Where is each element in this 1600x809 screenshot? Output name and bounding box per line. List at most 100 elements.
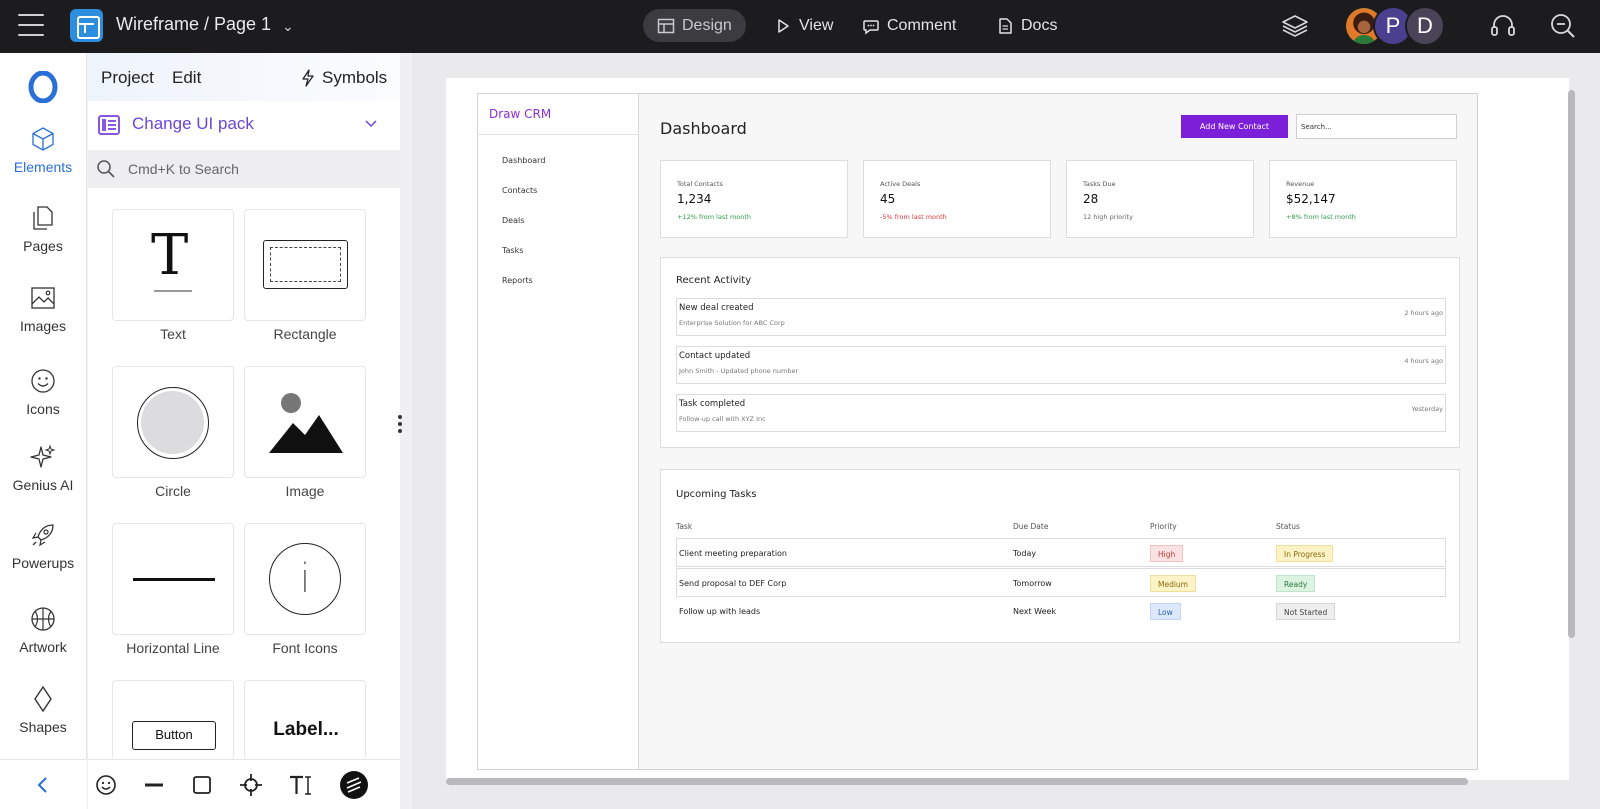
rail-item-artwork[interactable]: Artwork [0,605,86,655]
rectangle-element-tile[interactable] [244,209,366,321]
horizontal-line-element-tile[interactable] [112,523,234,635]
zoom-search-icon[interactable] [1548,11,1578,41]
docs-mode-label: Docs [1021,16,1058,34]
pages-icon [33,206,53,230]
vertical-scrollbar[interactable] [1568,90,1575,638]
stat-value: 28 [1083,192,1099,206]
rocket-icon [31,524,54,547]
design-mode-button[interactable]: Design [643,9,746,42]
view-mode-button[interactable]: View [760,9,847,42]
column-header: Due Date [1013,522,1049,531]
priority-badge: Medium [1150,575,1196,592]
upcoming-tasks-panel: Upcoming Tasks Task Due Date Priority St… [660,469,1460,643]
table-row[interactable]: Follow up with leads Next Week Low Not S… [676,597,1446,626]
stencil-tool-icon[interactable] [339,770,369,800]
rail-item-label: Genius AI [12,477,74,493]
task-name: Follow up with leads [679,607,761,616]
rail-item-elements[interactable]: Elements [0,125,86,175]
stat-card-active-deals: Active Deals 45 -5% from last month [863,160,1051,238]
tab-project[interactable]: Project [101,68,154,88]
rail-item-genius-ai[interactable]: Genius AI [0,443,86,493]
circle-shape [137,387,209,459]
elements-panel: Project Edit Symbols Change UI pack T Te… [88,53,400,809]
comment-mode-button[interactable]: Comment [848,9,970,42]
symbols-button[interactable]: Symbols [300,68,387,88]
rail-item-shapes[interactable]: Shapes [0,685,86,735]
top-bar: Wireframe / Page 1 ⌄ Design View Comment… [0,0,1600,53]
activity-item[interactable]: Contact updated John Smith - Updated pho… [676,346,1446,384]
stat-card-total-contacts: Total Contacts 1,234 +12% from last mont… [660,160,848,238]
wf-nav-deals[interactable]: Deals [502,216,524,225]
comment-mode-label: Comment [887,16,957,34]
avatar-d[interactable]: D [1405,6,1445,46]
text-tool-icon[interactable] [288,772,314,798]
symbols-label: Symbols [322,68,388,87]
rail-item-powerups[interactable]: Powerups [0,521,86,571]
comment-icon [863,19,879,34]
tab-edit[interactable]: Edit [172,68,201,88]
wf-nav-reports[interactable]: Reports [502,276,533,285]
task-due: Next Week [1013,607,1057,616]
stat-title: Total Contacts [677,180,723,188]
chevron-down-icon [365,120,377,128]
layers-icon[interactable] [1280,11,1310,41]
view-mode-label: View [799,16,834,34]
table-row[interactable]: Client meeting preparation Today High In… [676,538,1446,567]
stat-value: 1,234 [677,192,712,206]
image-element-tile[interactable] [244,366,366,478]
rectangle-tool-icon[interactable] [189,772,215,798]
play-icon [778,18,789,33]
activity-title: New deal created [679,303,754,313]
diamond-icon [34,685,52,713]
add-new-contact-button[interactable]: Add New Contact [1181,115,1288,138]
stat-title: Tasks Due [1083,180,1116,188]
ui-pack-label: Change UI pack [132,114,254,133]
panel-resize-handle[interactable] [398,415,402,433]
change-ui-pack-dropdown[interactable]: Change UI pack [88,105,400,145]
rail-item-label: Powerups [11,555,75,571]
rail-item-images[interactable]: Images [0,284,86,334]
move-tool-icon[interactable] [238,772,264,798]
label-element-tile[interactable]: Label... [244,680,366,760]
divider [478,134,639,135]
line-shape [133,578,215,581]
horizontal-scrollbar[interactable] [446,778,1468,785]
left-rail: Elements Pages Images Icons Genius AI Po… [0,53,87,809]
rail-item-pages[interactable]: Pages [0,204,86,254]
headset-icon[interactable] [1488,11,1518,41]
search-input[interactable] [128,156,388,182]
text-element-tile[interactable]: T [112,209,234,321]
wf-nav-contacts[interactable]: Contacts [502,186,537,195]
activity-item[interactable]: New deal created Enterprise Solution for… [676,298,1446,336]
stat-change: +8% from last month [1286,213,1356,221]
chevron-left-icon[interactable] [30,772,56,798]
priority-badge: High [1150,545,1184,562]
rail-item-label: Elements [13,159,73,175]
rail-item-icons[interactable]: Icons [0,367,86,417]
crm-wireframe[interactable]: Draw CRM Dashboard Contacts Deals Tasks … [477,93,1478,770]
chevron-down-icon[interactable]: ⌄ [282,18,294,35]
search-icon [97,160,115,178]
wf-nav-tasks[interactable]: Tasks [502,246,523,255]
table-row[interactable]: Send proposal to DEF Corp Tomorrow Mediu… [676,568,1446,597]
task-due: Today [1013,549,1037,558]
emoji-tool-icon[interactable] [93,772,119,798]
basketball-icon [31,607,55,631]
sparkle-icon [30,444,56,468]
menu-icon[interactable] [18,14,44,36]
docs-mode-button[interactable]: Docs [982,9,1071,42]
activity-detail: John Smith - Updated phone number [679,367,799,375]
wf-nav-dashboard[interactable]: Dashboard [502,156,545,165]
activity-item[interactable]: Task completed Follow-up call with XYZ I… [676,394,1446,432]
wf-search-input[interactable] [1296,114,1457,139]
document-title[interactable]: Wireframe / Page 1 [116,14,271,35]
stat-card-revenue: Revenue $52,147 +8% from last month [1269,160,1457,238]
tile-label: Text [160,326,186,342]
app-logo-icon[interactable] [70,9,103,42]
circle-element-tile[interactable] [112,366,234,478]
line-tool-icon[interactable] [141,772,167,798]
element-search [88,150,400,188]
button-element-tile[interactable]: Button [112,680,234,760]
recent-activity-panel: Recent Activity New deal created Enterpr… [660,257,1460,448]
font-icons-element-tile[interactable]: i [244,523,366,635]
